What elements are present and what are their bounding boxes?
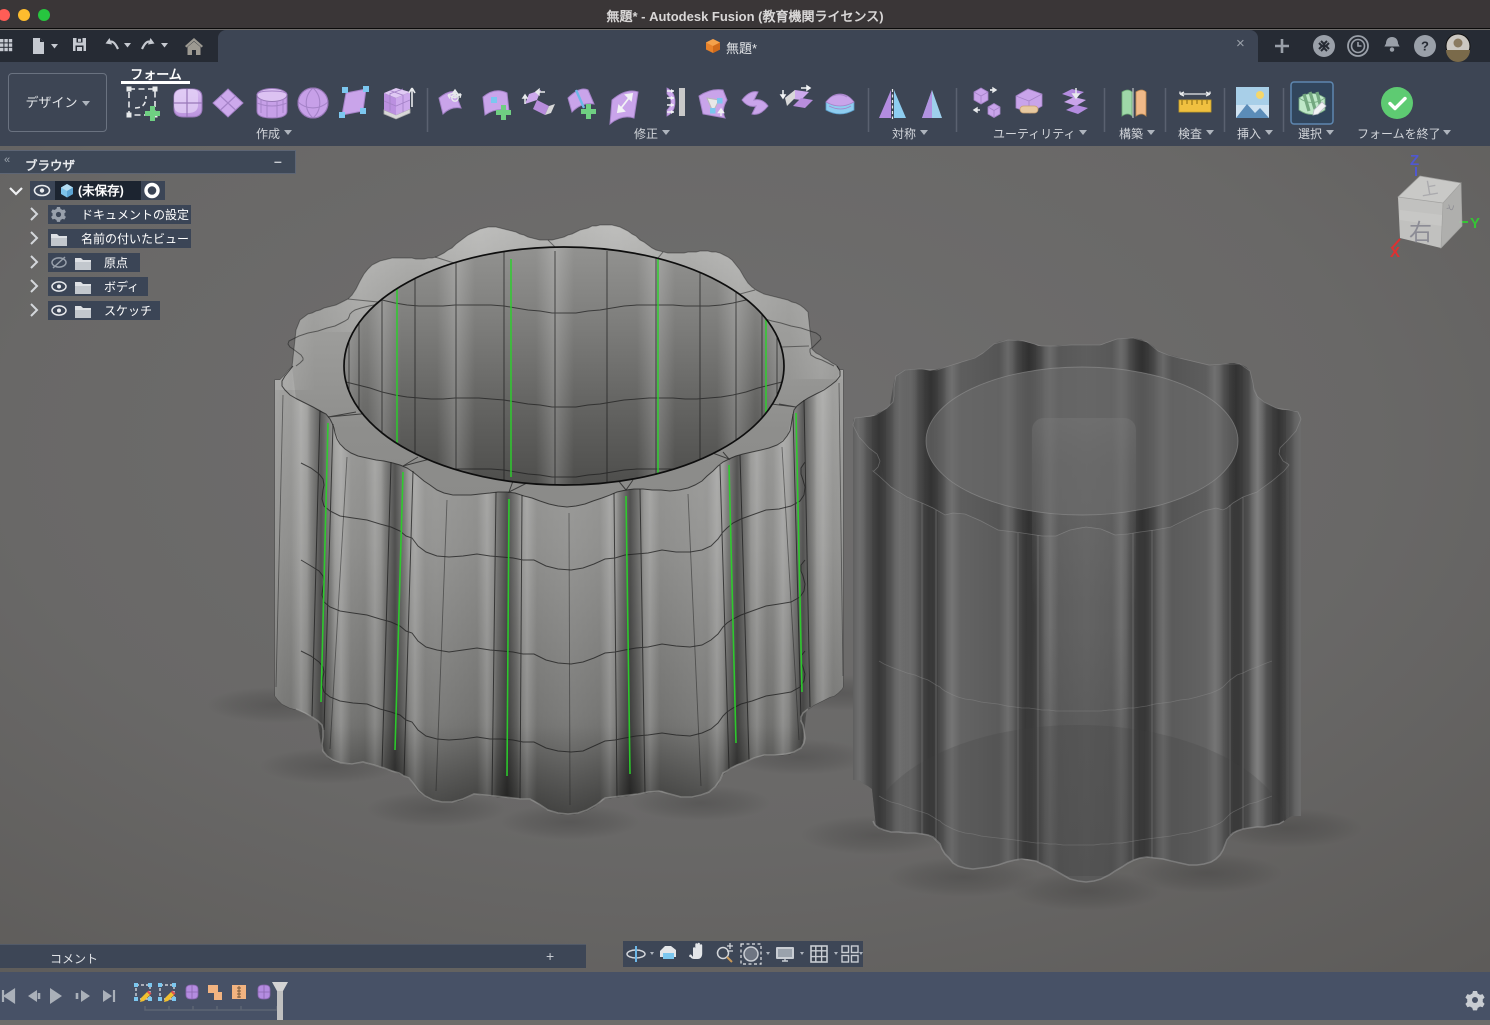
svg-text:X: X [1390, 244, 1400, 261]
svg-text:右: 右 [1409, 219, 1432, 245]
svg-text:検査: 検査 [1178, 127, 1202, 141]
svg-text:名前の付いたビュー: 名前の付いたビュー [81, 231, 189, 246]
svg-text:Y: Y [1470, 215, 1480, 232]
svg-text:選択: 選択 [1298, 127, 1322, 141]
svg-text:挿入: 挿入 [1237, 127, 1261, 141]
svg-text:ドキュメントの設定: ドキュメントの設定 [81, 207, 189, 222]
svg-text:対称: 対称 [892, 127, 916, 141]
svg-text:上: 上 [1419, 178, 1439, 200]
svg-text:Z: Z [1410, 152, 1419, 169]
svg-text:ユーティリティ: ユーティリティ [993, 127, 1076, 141]
svg-text:原点: 原点 [104, 256, 128, 270]
svg-text:構築: 構築 [1119, 126, 1143, 141]
svg-text:修正: 修正 [634, 126, 658, 141]
svg-text:ボディ: ボディ [104, 279, 139, 294]
svg-text:(未保存): (未保存) [78, 183, 124, 198]
svg-text:スケッチ: スケッチ [104, 304, 152, 318]
svg-text:フォームを終了: フォームを終了 [1357, 126, 1441, 141]
svg-text:?: ? [1421, 39, 1429, 54]
svg-text:作成: 作成 [256, 127, 280, 141]
